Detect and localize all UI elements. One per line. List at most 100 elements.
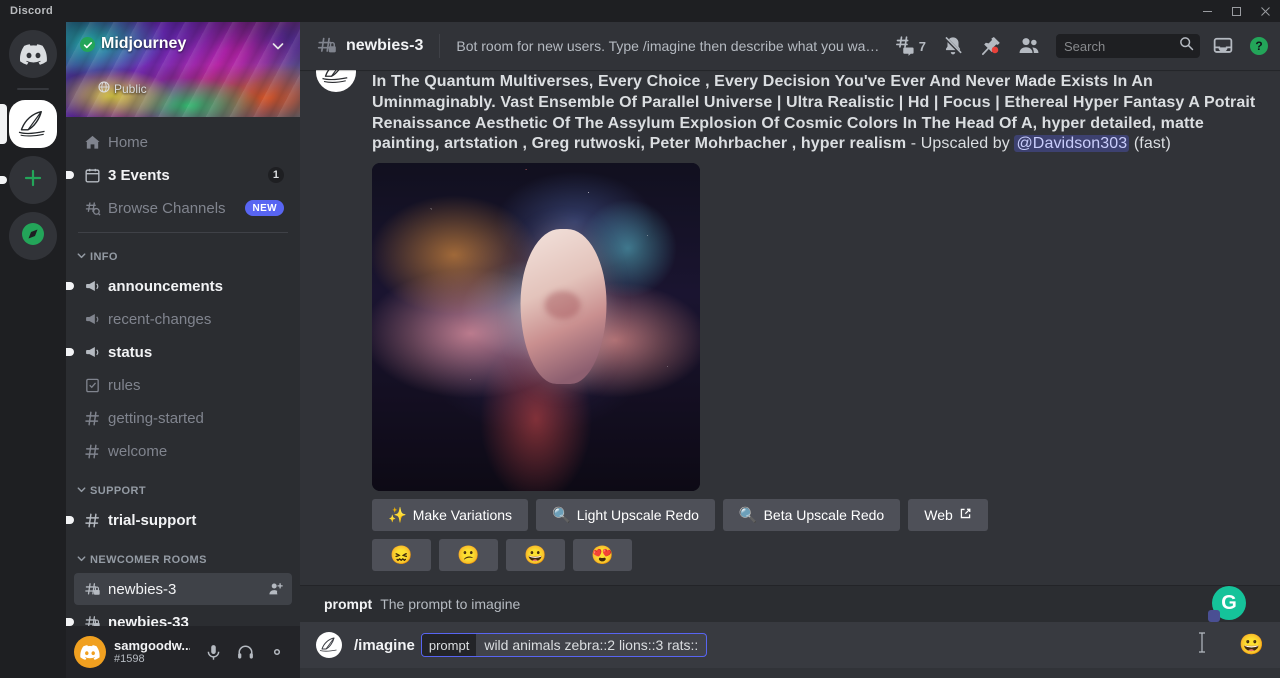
- sidebar-item-welcome[interactable]: welcome: [74, 435, 292, 467]
- category-info-label: INFO: [90, 251, 118, 263]
- avatar[interactable]: [74, 636, 106, 668]
- discord-window: Discord: [0, 0, 1280, 678]
- member-list-icon[interactable]: [1014, 34, 1044, 58]
- reaction-confused[interactable]: 😕: [439, 539, 498, 571]
- midjourney-sail-icon: [16, 110, 50, 138]
- unread-indicator: [66, 348, 74, 356]
- server-header[interactable]: Midjourney: [66, 22, 300, 59]
- message-content: In The Quantum Multiverses, Every Choice…: [372, 72, 1264, 571]
- rail-item-add-server[interactable]: [9, 156, 57, 204]
- sidebar-item-newbies-3[interactable]: newbies-3: [74, 573, 292, 605]
- sidebar-item-welcome-label: welcome: [108, 443, 284, 460]
- question-mark-icon: ?: [1250, 37, 1268, 55]
- settings-gear-icon[interactable]: [262, 636, 292, 668]
- sidebar-item-rules[interactable]: rules: [74, 369, 292, 401]
- message-avatar[interactable]: [316, 72, 356, 571]
- sidebar-item-status[interactable]: status: [74, 336, 292, 368]
- image-stars-layer: [372, 163, 700, 491]
- sidebar-item-events-label: 3 Events: [108, 167, 262, 184]
- hash-icon: [82, 410, 102, 427]
- sidebar-item-browse-channels[interactable]: Browse Channels NEW: [74, 192, 292, 224]
- sidebar-item-announcements[interactable]: announcements: [74, 270, 292, 302]
- pinned-messages-icon[interactable]: [976, 34, 1006, 58]
- channel-topic[interactable]: Bot room for new users. Type /imagine th…: [456, 38, 881, 54]
- search-placeholder: Search: [1064, 39, 1175, 54]
- category-support-label: SUPPORT: [90, 485, 146, 497]
- new-badge: NEW: [245, 200, 284, 216]
- header-divider: [439, 34, 440, 58]
- midjourney-bot-icon: [316, 632, 342, 658]
- close-window-button[interactable]: [1251, 0, 1280, 22]
- message-list[interactable]: In The Quantum Multiverses, Every Choice…: [300, 70, 1280, 585]
- make-variations-button[interactable]: ✨ Make Variations: [372, 499, 528, 531]
- chat-area: newbies-3 Bot room for new users. Type /…: [300, 22, 1280, 678]
- reaction-heart-eyes[interactable]: 😍: [573, 539, 632, 571]
- rail-item-discord-home[interactable]: [9, 30, 57, 78]
- sidebar-item-trial-support[interactable]: trial-support: [74, 504, 292, 536]
- message-attachment[interactable]: [372, 163, 1264, 491]
- user-panel: samgoodw... #1598: [66, 626, 300, 678]
- beta-upscale-redo-label: Beta Upscale Redo: [764, 507, 885, 523]
- headphones-icon[interactable]: [230, 636, 260, 668]
- rules-icon: [82, 377, 102, 394]
- microphone-icon[interactable]: [198, 636, 228, 668]
- server-privacy: Public: [98, 81, 147, 96]
- beta-upscale-redo-button[interactable]: 🔍 Beta Upscale Redo: [723, 499, 900, 531]
- message-composer[interactable]: /imagine prompt wild animals zebra::2 li…: [300, 622, 1280, 668]
- help-icon[interactable]: ?: [1246, 34, 1272, 58]
- sidebar-item-recent-changes[interactable]: recent-changes: [74, 303, 292, 335]
- threads-icon[interactable]: 7: [890, 34, 930, 58]
- compass-icon: [20, 221, 46, 252]
- unread-indicator: [66, 516, 74, 524]
- category-support[interactable]: SUPPORT: [74, 479, 292, 503]
- hash-lock-icon: [316, 35, 338, 57]
- unread-indicator: [66, 618, 74, 626]
- message-action-buttons: ✨ Make Variations 🔍 Light Upscale Redo 🔍…: [372, 499, 1264, 531]
- category-info[interactable]: INFO: [74, 245, 292, 269]
- hash-icon: [82, 443, 102, 460]
- channel-header: newbies-3 Bot room for new users. Type /…: [300, 22, 1280, 70]
- speed-label: (fast): [1129, 135, 1171, 152]
- chevron-down-icon: [76, 484, 87, 498]
- grammarly-count-badge: [1208, 610, 1220, 622]
- command-option-chip[interactable]: prompt wild animals zebra::2 lions::3 ra…: [421, 633, 707, 657]
- minimize-window-button[interactable]: [1193, 0, 1222, 22]
- create-invite-icon[interactable]: [268, 581, 284, 597]
- sidebar-item-events[interactable]: 3 Events 1: [74, 159, 292, 191]
- calendar-icon: [82, 167, 102, 184]
- sidebar-item-announcements-label: announcements: [108, 278, 284, 295]
- verified-badge-icon: [80, 37, 95, 52]
- notifications-muted-icon[interactable]: [938, 34, 968, 58]
- title-bar: Discord: [0, 0, 1280, 22]
- generated-image[interactable]: [372, 163, 700, 491]
- user-name: samgoodw...: [114, 638, 190, 653]
- category-newcomer-rooms[interactable]: NEWCOMER ROOMS: [74, 548, 292, 572]
- emoji-picker-button[interactable]: 😀: [1239, 635, 1264, 655]
- sidebar-item-status-label: status: [108, 344, 284, 361]
- user-mention[interactable]: @Davidson303: [1014, 135, 1129, 152]
- chevron-down-icon: [76, 553, 87, 567]
- sidebar-item-getting-started[interactable]: getting-started: [74, 402, 292, 434]
- web-button[interactable]: Web: [908, 499, 988, 531]
- chevron-down-icon[interactable]: [270, 38, 286, 59]
- light-upscale-redo-label: Light Upscale Redo: [577, 507, 699, 523]
- window-body: Midjourney Public: [0, 22, 1280, 678]
- light-upscale-redo-button[interactable]: 🔍 Light Upscale Redo: [536, 499, 715, 531]
- command-option-value[interactable]: wild animals zebra::2 lions::3 rats::: [476, 637, 706, 653]
- rail-item-midjourney[interactable]: [9, 100, 57, 148]
- reaction-confounded[interactable]: 😖: [372, 539, 431, 571]
- user-info[interactable]: samgoodw... #1598: [114, 638, 190, 666]
- maximize-window-button[interactable]: [1222, 0, 1251, 22]
- make-variations-label: Make Variations: [413, 507, 512, 523]
- sidebar-item-home[interactable]: Home: [74, 126, 292, 158]
- rail-item-explore-servers[interactable]: [9, 212, 57, 260]
- sidebar-item-newbies-33[interactable]: newbies-33: [74, 606, 292, 626]
- search-input[interactable]: Search: [1056, 34, 1200, 58]
- sidebar-item-newbies-33-label: newbies-33: [108, 614, 284, 627]
- inbox-icon[interactable]: [1208, 34, 1238, 58]
- reaction-grinning[interactable]: 😀: [506, 539, 565, 571]
- sidebar-item-home-label: Home: [108, 134, 284, 151]
- grammarly-button[interactable]: G: [1212, 586, 1246, 620]
- server-banner[interactable]: Midjourney Public: [66, 22, 300, 117]
- magnifier-icon: 🔍: [739, 508, 758, 523]
